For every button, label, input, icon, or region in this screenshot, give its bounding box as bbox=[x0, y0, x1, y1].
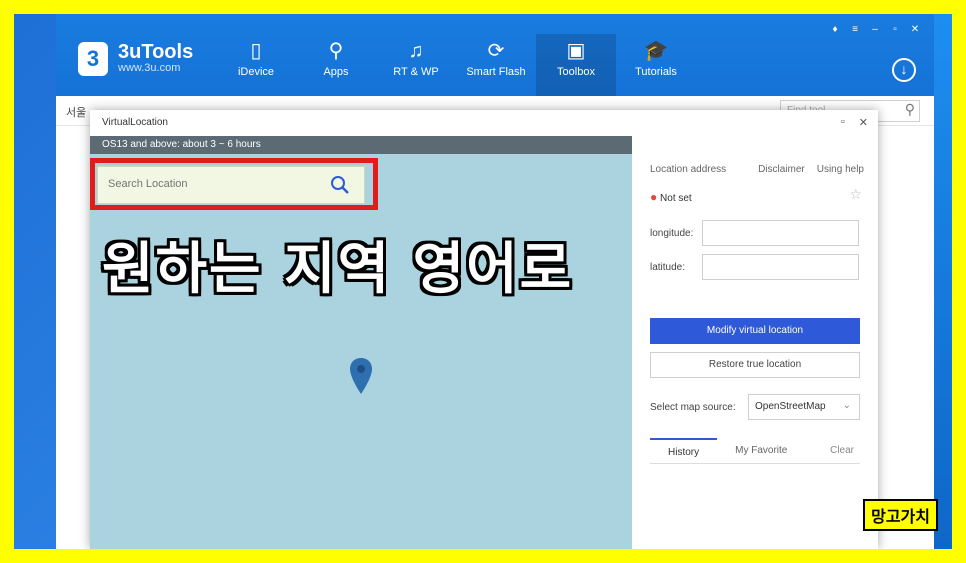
latitude-input[interactable] bbox=[702, 254, 859, 280]
location-pin-icon: ● bbox=[650, 190, 658, 204]
nav-label: iDevice bbox=[237, 66, 275, 78]
latitude-label: latitude: bbox=[650, 261, 686, 273]
download-icon[interactable]: ↓ bbox=[892, 58, 916, 82]
logo-icon: 3 bbox=[78, 42, 108, 76]
music-icon: ♫ bbox=[408, 40, 424, 62]
brand: 3uTools www.3u.com bbox=[118, 42, 193, 74]
nav-rt-wp[interactable]: ♫ RT & WP bbox=[376, 34, 456, 96]
location-address-label: Location address bbox=[650, 164, 727, 175]
minimize-icon[interactable]: – bbox=[868, 24, 882, 36]
phone-icon: ▯ bbox=[250, 40, 262, 62]
graduation-icon: 🎓 bbox=[643, 40, 669, 62]
clear-button[interactable]: Clear bbox=[824, 438, 860, 463]
search-icon[interactable] bbox=[330, 175, 350, 195]
search-location-input[interactable] bbox=[108, 178, 308, 190]
disclaimer-link[interactable]: Disclaimer bbox=[758, 164, 805, 175]
brand-stamp: 망고가치 bbox=[863, 499, 938, 531]
menu-icon[interactable]: ≡ bbox=[848, 24, 862, 36]
location-status: ● Not set bbox=[650, 190, 692, 204]
nav-label: Tutorials bbox=[635, 66, 677, 78]
nav-label: Toolbox bbox=[557, 66, 595, 78]
restore-true-location-button[interactable]: Restore true location bbox=[650, 352, 860, 378]
device-name: 서울 bbox=[66, 107, 87, 119]
nav-toolbox[interactable]: ▣ Toolbox bbox=[536, 34, 616, 96]
panel-header: Location address Disclaimer Using help bbox=[650, 164, 864, 175]
window-controls: ♦ ≡ – ▫ ✕ bbox=[828, 24, 922, 36]
longitude-input[interactable] bbox=[702, 220, 859, 246]
flash-icon: ⟳ bbox=[487, 40, 505, 62]
longitude-label: longitude: bbox=[650, 227, 694, 239]
nav-smart-flash[interactable]: ⟳ Smart Flash bbox=[456, 34, 536, 96]
maximize-icon[interactable]: ▫ bbox=[888, 24, 902, 36]
location-panel: Location address Disclaimer Using help ●… bbox=[642, 136, 878, 549]
nav-label: Apps bbox=[323, 66, 349, 78]
maximize-icon[interactable]: ▫ bbox=[841, 116, 845, 129]
modify-virtual-location-button[interactable]: Modify virtual location bbox=[650, 318, 860, 344]
star-icon[interactable]: ☆ bbox=[849, 186, 862, 203]
map-source-value: OpenStreetMap bbox=[755, 401, 826, 412]
map-notice: OS13 and above: about 3 ~ 6 hours bbox=[90, 136, 632, 154]
chevron-down-icon: ⌄ bbox=[842, 400, 851, 411]
top-bar: 3 3uTools www.3u.com ▯ iDevice ⚲ Apps ♫ … bbox=[56, 14, 934, 96]
close-icon[interactable]: ✕ bbox=[859, 116, 868, 129]
shirt-icon[interactable]: ♦ bbox=[828, 24, 842, 36]
nav-tutorials[interactable]: 🎓 Tutorials bbox=[616, 34, 696, 96]
desktop-background: 3 3uTools www.3u.com ▯ iDevice ⚲ Apps ♫ … bbox=[14, 14, 952, 549]
map-source-select[interactable]: OpenStreetMap ⌄ bbox=[748, 394, 860, 420]
using-help-link[interactable]: Using help bbox=[817, 164, 864, 175]
map-view[interactable]: OS13 and above: about 3 ~ 6 hours bbox=[90, 136, 632, 549]
overlay-caption: 원하는 지역 영어로 bbox=[102, 237, 574, 302]
main-nav: ▯ iDevice ⚲ Apps ♫ RT & WP ⟳ Smart Flash… bbox=[216, 34, 696, 96]
nav-apps[interactable]: ⚲ Apps bbox=[296, 34, 376, 96]
nav-idevice[interactable]: ▯ iDevice bbox=[216, 34, 296, 96]
panel-links: Disclaimer Using help bbox=[758, 164, 864, 175]
virtual-location-dialog: VirtualLocation ▫ ✕ OS13 and above: abou… bbox=[90, 110, 878, 549]
dialog-controls: ▫ ✕ bbox=[841, 116, 868, 129]
tab-my-favorite[interactable]: My Favorite bbox=[717, 438, 805, 463]
map-source-label: Select map source: bbox=[650, 401, 736, 413]
tab-history[interactable]: History bbox=[650, 438, 718, 463]
longitude-row: longitude: bbox=[650, 220, 859, 246]
toolbox-icon: ▣ bbox=[566, 40, 586, 62]
location-status-text: Not set bbox=[660, 193, 692, 204]
close-icon[interactable]: ✕ bbox=[908, 24, 922, 36]
latitude-row: latitude: bbox=[650, 254, 859, 280]
search-location-box bbox=[97, 166, 365, 204]
nav-label: Smart Flash bbox=[466, 66, 526, 78]
brand-name: 3uTools bbox=[118, 41, 194, 63]
dialog-title-text: VirtualLocation bbox=[102, 117, 168, 128]
nav-label: RT & WP bbox=[393, 66, 439, 78]
apps-icon: ⚲ bbox=[328, 40, 344, 62]
history-tabs: History My Favorite Clear bbox=[650, 438, 860, 464]
search-icon: ⚲ bbox=[904, 101, 915, 117]
brand-url: www.3u.com bbox=[118, 62, 181, 74]
map-pin-icon bbox=[350, 358, 372, 394]
dialog-title: VirtualLocation ▫ ✕ bbox=[90, 110, 878, 136]
map-source-row: Select map source: OpenStreetMap ⌄ bbox=[650, 394, 860, 420]
